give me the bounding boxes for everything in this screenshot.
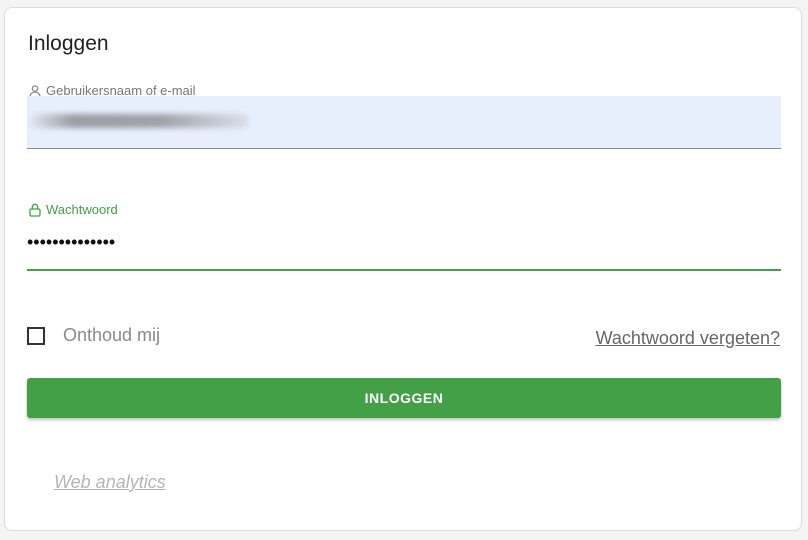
remember-checkbox[interactable] — [27, 326, 45, 345]
lock-icon — [29, 203, 41, 217]
login-card: Inloggen Gebruikersnaam of e-mail Wachtw… — [4, 7, 802, 531]
page-title: Inloggen — [28, 32, 109, 55]
password-value: •••••••••••••• — [27, 232, 116, 252]
forgot-password-link[interactable]: Wachtwoord vergeten? — [596, 328, 780, 349]
password-input[interactable]: •••••••••••••• — [27, 226, 781, 271]
password-label: Wachtwoord — [28, 202, 118, 217]
web-analytics-link[interactable]: Web analytics — [54, 472, 166, 493]
remember-label[interactable]: Onthoud mij — [63, 325, 160, 346]
password-label-text: Wachtwoord — [46, 202, 118, 217]
username-input[interactable] — [27, 96, 781, 149]
login-button[interactable]: INLOGGEN — [27, 378, 781, 418]
remember-me: Onthoud mij — [27, 325, 160, 346]
username-value-redacted — [29, 114, 249, 128]
